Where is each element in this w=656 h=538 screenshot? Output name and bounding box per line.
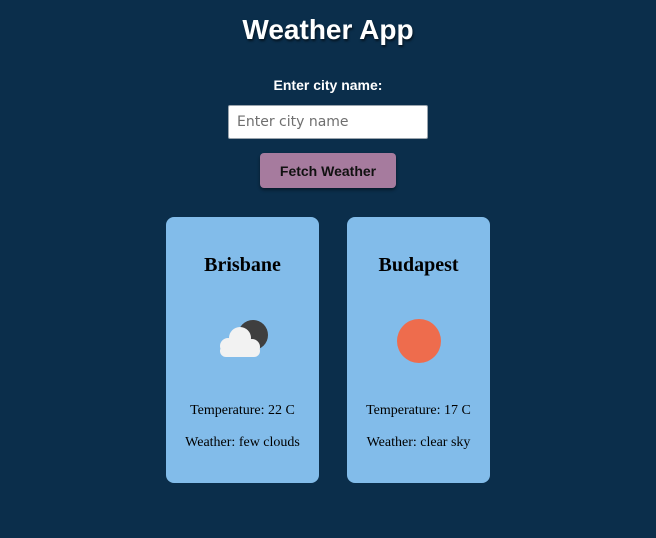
few-clouds-night-icon (219, 320, 268, 357)
city-name-input[interactable] (228, 105, 428, 139)
card-temperature: Temperature: 17 C (366, 403, 471, 418)
fetch-weather-button[interactable]: Fetch Weather (260, 153, 396, 188)
card-weather-description: Weather: clear sky (366, 435, 471, 450)
card-weather-description: Weather: few clouds (185, 435, 300, 450)
card-city-name: Brisbane (204, 254, 281, 276)
city-name-label: Enter city name: (273, 77, 383, 93)
weather-card-brisbane: Brisbane Temperature: 22 C Weather: few … (166, 217, 319, 483)
clear-sky-sun-icon (396, 319, 441, 363)
card-temperature: Temperature: 22 C (190, 403, 295, 418)
page-title: Weather App (242, 14, 414, 45)
weather-card-budapest: Budapest Temperature: 17 C Weather: clea… (347, 217, 490, 483)
card-city-name: Budapest (378, 254, 459, 276)
